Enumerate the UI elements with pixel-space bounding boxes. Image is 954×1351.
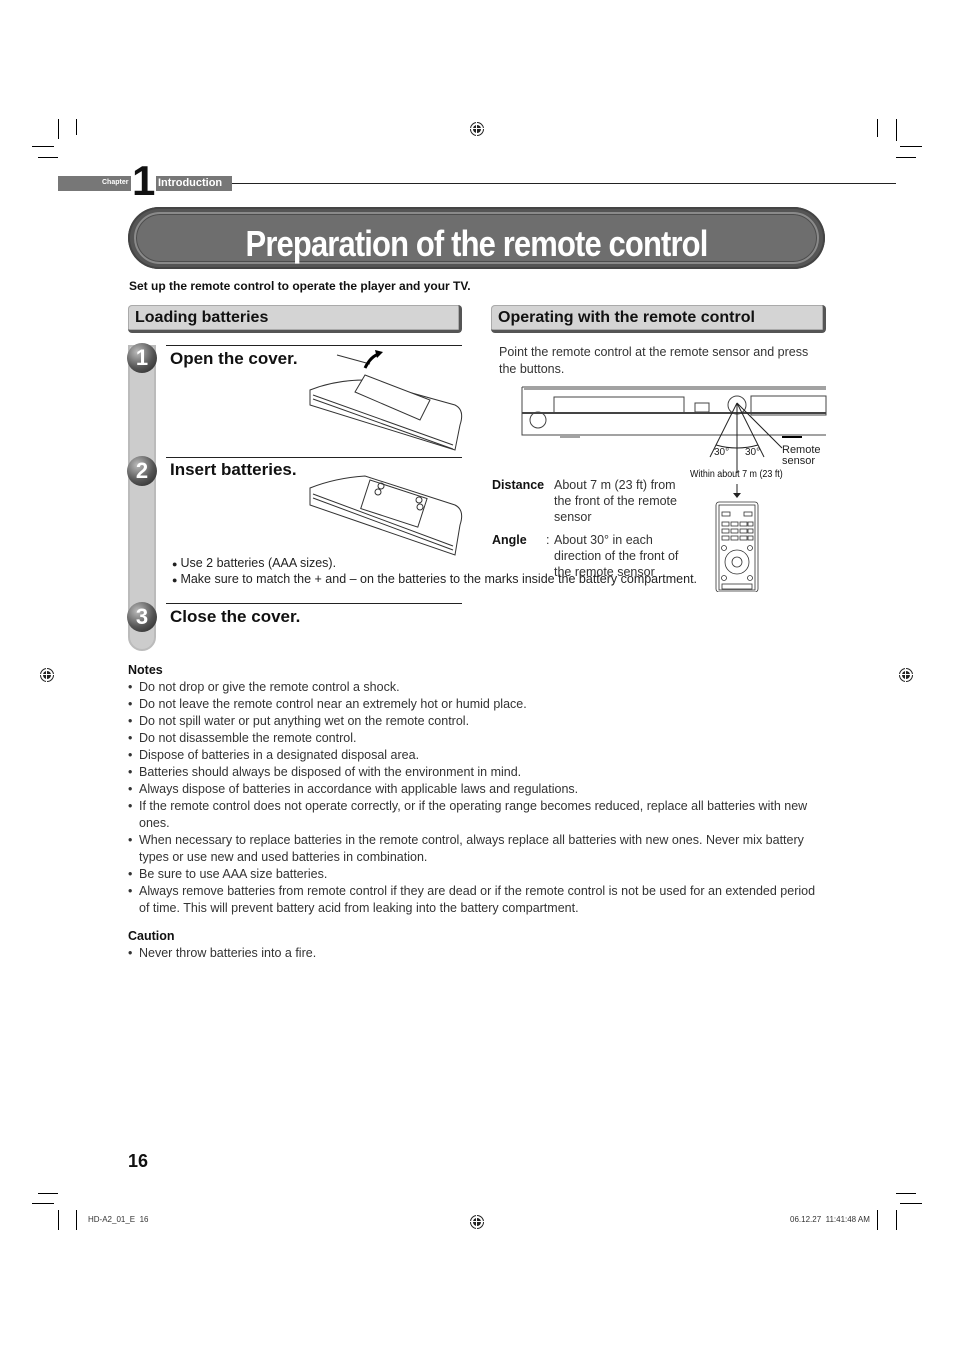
step-number-badge: 2 xyxy=(127,456,157,486)
registration-mark-icon xyxy=(468,1213,486,1231)
note-item: • Always dispose of batteries in accorda… xyxy=(128,782,579,796)
crop-mark xyxy=(38,157,58,158)
spec-separator: : xyxy=(546,533,550,547)
crop-mark xyxy=(58,119,59,139)
page-number: 16 xyxy=(128,1151,149,1171)
note-item: • If the remote control does not operate… xyxy=(128,799,808,830)
step-divider xyxy=(166,345,462,346)
player-sensor-diagram: 30° 30° Remote sensor xyxy=(521,386,827,473)
spec-angle: Angle : About 30° in each direction of t… xyxy=(492,532,692,582)
crop-mark xyxy=(900,1203,922,1204)
crop-mark xyxy=(896,1210,897,1230)
notes-heading: Notes xyxy=(128,663,163,677)
chapter-number: 1 xyxy=(131,157,157,204)
crop-mark xyxy=(896,119,897,141)
crop-mark xyxy=(58,1210,59,1230)
crop-mark xyxy=(38,1193,58,1194)
step-number-badge: 1 xyxy=(127,343,157,373)
crop-mark xyxy=(877,119,878,137)
step-divider xyxy=(166,603,462,604)
crop-mark xyxy=(76,119,77,135)
caution-list: • Never throw batteries into a fire. xyxy=(128,945,316,962)
sensor-label: sensor xyxy=(782,455,815,467)
note-item: • Be sure to use AAA size batteries. xyxy=(128,867,328,881)
notes-list: • Do not drop or give the remote control… xyxy=(128,679,828,917)
section-heading-text: Operating with the remote control xyxy=(498,309,755,326)
note-item: • Do not leave the remote control near a… xyxy=(128,697,527,711)
caution-heading: Caution xyxy=(128,929,175,943)
spec-label: Distance xyxy=(492,478,545,492)
crop-mark xyxy=(32,1203,54,1204)
range-label: Within about 7 m (23 ft) xyxy=(690,468,783,480)
step-number-badge: 3 xyxy=(127,602,157,632)
crop-mark xyxy=(32,146,54,147)
step-divider xyxy=(166,457,462,458)
chapter-title: Introduction xyxy=(158,177,223,189)
remote-open-cover-illustration xyxy=(309,350,463,451)
angle-right-label: 30° xyxy=(745,447,760,458)
crop-mark xyxy=(877,1210,878,1230)
step-title: Close the cover. xyxy=(170,607,301,626)
note-item: • Batteries should always be disposed of… xyxy=(128,765,522,779)
crop-mark xyxy=(896,1193,916,1194)
caution-item: • Never throw batteries into a fire. xyxy=(128,946,317,960)
angle-left-label: 30° xyxy=(714,447,729,458)
crop-mark xyxy=(76,1210,77,1230)
intro-text: Set up the remote control to operate the… xyxy=(129,279,471,293)
title-banner: Preparation of the remote control xyxy=(128,207,825,269)
spec-label: Angle xyxy=(492,533,527,547)
page-title: Preparation of the remote control xyxy=(245,223,709,264)
spec-value: About 30° in each direction of the front… xyxy=(554,533,679,579)
section-heading-text: Loading batteries xyxy=(135,309,269,326)
note-item: • Always remove batteries from remote co… xyxy=(128,884,816,915)
operating-heading: Operating with the remote control xyxy=(491,305,826,333)
spec-value: About 7 m (23 ft) from the front of the … xyxy=(554,478,677,524)
crop-mark xyxy=(900,146,922,147)
note-item: • Do not drop or give the remote control… xyxy=(128,680,400,694)
note-item: • Dispose of batteries in a designated d… xyxy=(128,748,420,762)
registration-mark-icon xyxy=(897,666,915,684)
crop-mark xyxy=(896,157,916,158)
step-title: Insert batteries. xyxy=(170,460,297,479)
spec-distance: Distance : About 7 m (23 ft) from the fr… xyxy=(492,477,692,527)
note-item: • When necessary to replace batteries in… xyxy=(128,833,804,864)
remote-insert-batteries-illustration xyxy=(309,475,463,556)
registration-mark-icon xyxy=(38,666,56,684)
step-title: Open the cover. xyxy=(170,349,298,368)
header-rule xyxy=(232,183,896,184)
chapter-label: Chapter xyxy=(102,179,129,186)
loading-batteries-heading: Loading batteries xyxy=(128,305,462,333)
note-item: • Do not spill water or put anything wet… xyxy=(128,714,470,728)
footer-timestamp: 06.12.27 11:41:48 AM xyxy=(790,1215,870,1224)
footer-file-id: HD-A2_01_E 16 xyxy=(88,1215,149,1224)
registration-mark-icon xyxy=(468,120,486,138)
remote-front-illustration xyxy=(715,484,759,592)
operating-description: Point the remote control at the remote s… xyxy=(499,345,809,376)
spec-separator: : xyxy=(538,478,542,492)
note-item: • Do not disassemble the remote control. xyxy=(128,731,357,745)
